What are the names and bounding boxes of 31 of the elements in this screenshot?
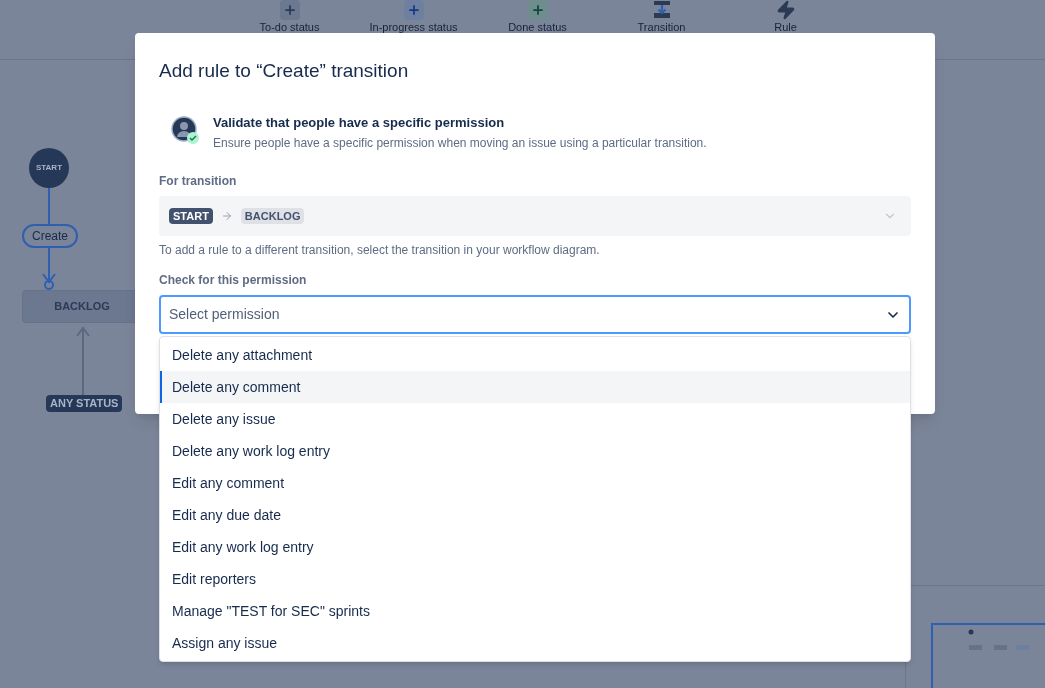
download-tray-icon xyxy=(651,0,672,20)
dropdown-option[interactable]: Delete any issue xyxy=(160,403,910,435)
field-label: Check for this permission xyxy=(159,272,308,289)
dropdown-option[interactable]: Delete any work log entry xyxy=(160,435,910,467)
any-status-node[interactable]: ANY STATUS xyxy=(46,395,123,412)
modal-title: Add rule to “Create” transition xyxy=(159,59,410,83)
status-lozenge: START xyxy=(169,208,213,224)
dropdown-option[interactable]: Assign any issue xyxy=(160,627,910,659)
toolbar-button[interactable]: Rule xyxy=(735,0,836,59)
user-check-icon xyxy=(171,115,201,146)
dropdown-option[interactable]: Delete any comment xyxy=(160,371,910,403)
help-text: To add a rule to a different transition, select the transition in your workflow diagram. xyxy=(159,242,601,259)
toolbar-button[interactable]: Transition xyxy=(611,0,712,59)
dropdown-option[interactable]: Edit any work log entry xyxy=(160,531,910,563)
dropdown-option[interactable]: Delete any attachment xyxy=(160,339,910,371)
field-label: For transition xyxy=(159,173,238,190)
start-node[interactable]: START xyxy=(29,148,69,188)
permission-select[interactable]: Select permission xyxy=(159,295,911,334)
connector-arrow xyxy=(75,326,91,395)
lightning-icon xyxy=(775,0,796,20)
rule-description: Ensure people have a specific permission when moving an issue using a particular transition. xyxy=(213,135,707,152)
arrow-right-icon xyxy=(220,210,233,222)
dropdown-option[interactable]: Edit any due date xyxy=(160,499,910,531)
rule-title: Validate that people have a specific permission xyxy=(213,113,506,132)
status-lozenge: BACKLOG xyxy=(240,208,305,224)
dropdown-option[interactable]: Edit any comment xyxy=(160,467,910,499)
permission-input[interactable]: Select permission xyxy=(169,304,885,325)
transition-label[interactable]: Create xyxy=(22,224,79,248)
dropdown-option[interactable]: Manage "TEST for SEC" sprints xyxy=(160,595,910,627)
dropdown-option[interactable]: Edit reporters xyxy=(160,563,910,595)
transition-select[interactable]: START BACKLOG xyxy=(159,196,911,236)
